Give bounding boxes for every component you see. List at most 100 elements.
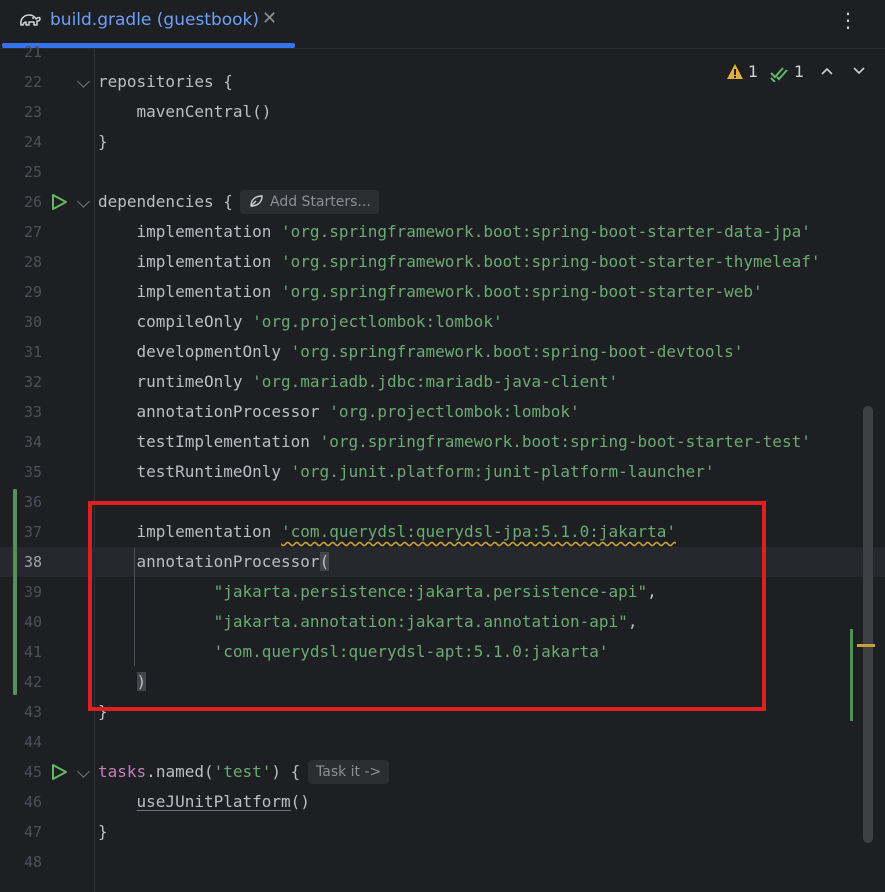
- code-line[interactable]: 44: [0, 727, 885, 757]
- line-number: 40: [23, 613, 42, 631]
- code-token: runtimeOnly: [98, 372, 253, 391]
- code-text: testRuntimeOnly 'org.junit.platform:juni…: [98, 457, 715, 487]
- line-number: 30: [23, 313, 42, 331]
- line-number: 34: [23, 433, 42, 451]
- add-starters-label: Add Starters...: [270, 194, 371, 210]
- line-number: 47: [23, 823, 42, 841]
- task-it-hint[interactable]: Task it ->: [308, 760, 390, 784]
- code-token: mavenCentral(): [98, 102, 272, 121]
- code-line[interactable]: 33 annotationProcessor 'org.projectlombo…: [0, 397, 885, 427]
- code-token: 'org.springframework.boot:spring-boot-de…: [290, 342, 744, 361]
- code-token: named(: [155, 762, 214, 781]
- code-line[interactable]: 46 useJUnitPlatform(): [0, 787, 885, 817]
- code-line[interactable]: 30 compileOnly 'org.projectlombok:lombok…: [0, 307, 885, 337]
- warning-count: 1: [748, 62, 759, 81]
- code-text: developmentOnly 'org.springframework.boo…: [98, 337, 744, 367]
- code-text: }: [98, 127, 108, 157]
- line-number: 31: [23, 343, 42, 361]
- code-text: annotationProcessor 'org.projectlombok:l…: [98, 397, 580, 427]
- code-text: compileOnly 'org.projectlombok:lombok': [98, 307, 503, 337]
- inspection-widget[interactable]: 1 1: [726, 61, 876, 85]
- code-text: mavenCentral(): [98, 97, 272, 127]
- code-text: dependencies {: [98, 187, 233, 217]
- line-number: 27: [23, 223, 42, 241]
- code-text: implementation 'org.springframework.boot…: [98, 217, 811, 247]
- code-token: .: [146, 762, 156, 781]
- code-token: }: [98, 822, 108, 841]
- line-number: 45: [23, 763, 42, 781]
- code-line[interactable]: 45 tasks.named('test') {Task it ->: [0, 757, 885, 787]
- code-token: tasks: [98, 762, 147, 781]
- code-line[interactable]: 28 implementation 'org.springframework.b…: [0, 247, 885, 277]
- code-line[interactable]: 34 testImplementation 'org.springframewo…: [0, 427, 885, 457]
- more-options-icon[interactable]: ⋮: [838, 8, 858, 32]
- code-text: implementation 'org.springframework.boot…: [98, 247, 821, 277]
- code-line[interactable]: 35 testRuntimeOnly 'org.junit.platform:j…: [0, 457, 885, 487]
- code-token: 'org.projectlombok:lombok': [252, 312, 503, 331]
- code-token: (): [290, 792, 310, 811]
- code-line[interactable]: 48: [0, 847, 885, 877]
- line-number: 36: [23, 493, 42, 511]
- code-line[interactable]: 29 implementation 'org.springframework.b…: [0, 277, 885, 307]
- line-number: 48: [23, 853, 42, 871]
- tab-label: build.gradle (guestbook): [50, 10, 260, 30]
- spring-leaf-icon: [250, 195, 263, 207]
- code-token: dependencies {: [98, 192, 233, 211]
- tab-close-icon[interactable]: ✕: [262, 8, 277, 29]
- warning-icon: [727, 64, 743, 79]
- code-line[interactable]: 31 developmentOnly 'org.springframework.…: [0, 337, 885, 367]
- code-text: testImplementation 'org.springframework.…: [98, 427, 811, 457]
- run-gutter-icon[interactable]: [50, 763, 68, 781]
- code-token: 'org.springframework.boot:spring-boot-st…: [281, 252, 821, 271]
- code-text: implementation 'org.springframework.boot…: [98, 277, 763, 307]
- line-number: 32: [23, 373, 42, 391]
- code-line[interactable]: 23 mavenCentral(): [0, 97, 885, 127]
- red-highlight-annotation: [88, 501, 766, 711]
- code-line[interactable]: 47}: [0, 817, 885, 847]
- line-number: 41: [23, 643, 42, 661]
- code-token: repositories {: [98, 72, 233, 91]
- line-number: 43: [23, 703, 42, 721]
- code-text: useJUnitPlatform(): [98, 787, 310, 817]
- fold-chevron-icon[interactable]: [77, 75, 90, 88]
- scrollbar-warning-marker[interactable]: [857, 644, 875, 647]
- code-token: 'org.springframework.boot:spring-boot-st…: [319, 432, 811, 451]
- line-number: 38: [23, 553, 42, 571]
- line-number: 25: [23, 163, 42, 181]
- code-line[interactable]: 32 runtimeOnly 'org.mariadb.jdbc:mariadb…: [0, 367, 885, 397]
- fold-chevron-icon[interactable]: [77, 195, 90, 208]
- code-token: ) {: [271, 762, 301, 781]
- code-token: 'org.springframework.boot:spring-boot-st…: [281, 222, 811, 241]
- code-line[interactable]: 27 implementation 'org.springframework.b…: [0, 217, 885, 247]
- line-number: 46: [23, 793, 42, 811]
- add-starters-hint[interactable]: Add Starters...: [240, 190, 379, 214]
- code-token: useJUnitPlatform: [136, 792, 291, 811]
- run-gutter-icon[interactable]: [50, 193, 68, 211]
- code-token: testRuntimeOnly: [98, 462, 291, 481]
- code-text: runtimeOnly 'org.mariadb.jdbc:mariadb-ja…: [98, 367, 619, 397]
- code-token: annotationProcessor: [98, 402, 330, 421]
- chevron-up-icon[interactable]: [820, 66, 834, 76]
- code-token: compileOnly: [98, 312, 253, 331]
- code-token: implementation: [98, 222, 282, 241]
- code-token: implementation: [98, 282, 282, 301]
- code-token: testImplementation: [98, 432, 320, 451]
- code-line[interactable]: 25: [0, 157, 885, 187]
- line-number: 21: [23, 43, 42, 61]
- code-editor[interactable]: 21 22 repositories {23 mavenCentral() 24} 25…: [0, 43, 885, 892]
- line-number: 26: [23, 193, 42, 211]
- code-token: 'org.projectlombok:lombok': [329, 402, 580, 421]
- code-token: developmentOnly: [98, 342, 291, 361]
- line-number: 24: [23, 133, 42, 151]
- ok-count: 1: [794, 62, 805, 81]
- code-line[interactable]: 26 dependencies { Add Starters...: [0, 187, 885, 217]
- line-number: 37: [23, 523, 42, 541]
- fold-chevron-icon[interactable]: [77, 765, 90, 778]
- vcs-change-marker[interactable]: [13, 489, 17, 695]
- line-number: 44: [23, 733, 42, 751]
- code-text: repositories {: [98, 67, 233, 97]
- vertical-scrollbar[interactable]: [863, 406, 873, 843]
- chevron-down-icon[interactable]: [852, 66, 866, 76]
- code-line[interactable]: 24}: [0, 127, 885, 157]
